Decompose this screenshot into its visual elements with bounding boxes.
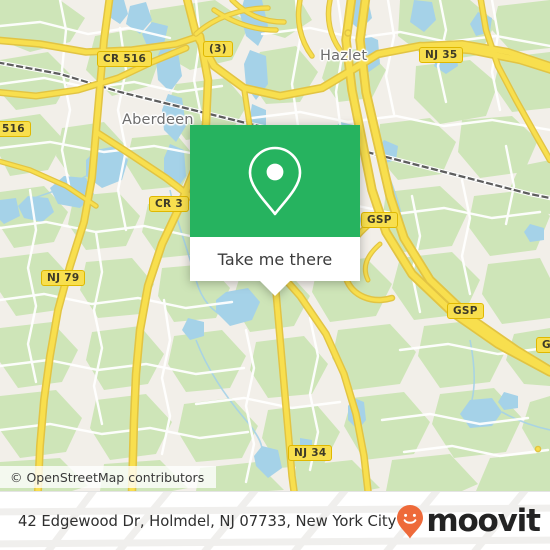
map-shield-cr-516: CR 516 [97,51,153,67]
osm-attribution[interactable]: © OpenStreetMap contributors [0,466,217,488]
callout-pointer-tail [260,281,290,296]
callout-action-bar[interactable]: Take me there [190,237,360,281]
map-shield-nj-34: NJ 34 [288,445,333,461]
map-shield-gsp-3: GSP [536,337,550,353]
callout-icon-panel [190,125,360,237]
osm-attribution-text: © OpenStreetMap contributors [10,469,205,485]
map-shield-gsp-2: GSP [447,303,484,319]
map-shield-3: (3) [203,41,233,57]
map-pin-icon [248,146,302,216]
map-shield-gsp-1: GSP [361,212,398,228]
take-me-there-label: Take me there [217,249,333,269]
destination-callout-card[interactable]: Take me there [190,125,360,296]
moovit-map-screen: Aberdeen Hazlet CR 516 (3) NJ 35 516 CR … [0,0,550,550]
map-canvas[interactable]: Aberdeen Hazlet CR 516 (3) NJ 35 516 CR … [0,0,550,491]
address-label: 42 Edgewood Dr, Holmdel, NJ 07733, New Y… [18,513,397,530]
moovit-pin-smiley-icon [397,504,424,538]
map-shield-cr-3: CR 3 [149,196,189,212]
map-shield-nj-35: NJ 35 [419,47,464,63]
map-shield-nj-79: NJ 79 [41,270,86,286]
moovit-logo[interactable]: moovit [396,503,541,540]
footer-bar: 42 Edgewood Dr, Holmdel, NJ 07733, New Y… [0,491,550,550]
moovit-wordmark: moovit [426,503,541,539]
map-shield-516: 516 [0,121,31,137]
